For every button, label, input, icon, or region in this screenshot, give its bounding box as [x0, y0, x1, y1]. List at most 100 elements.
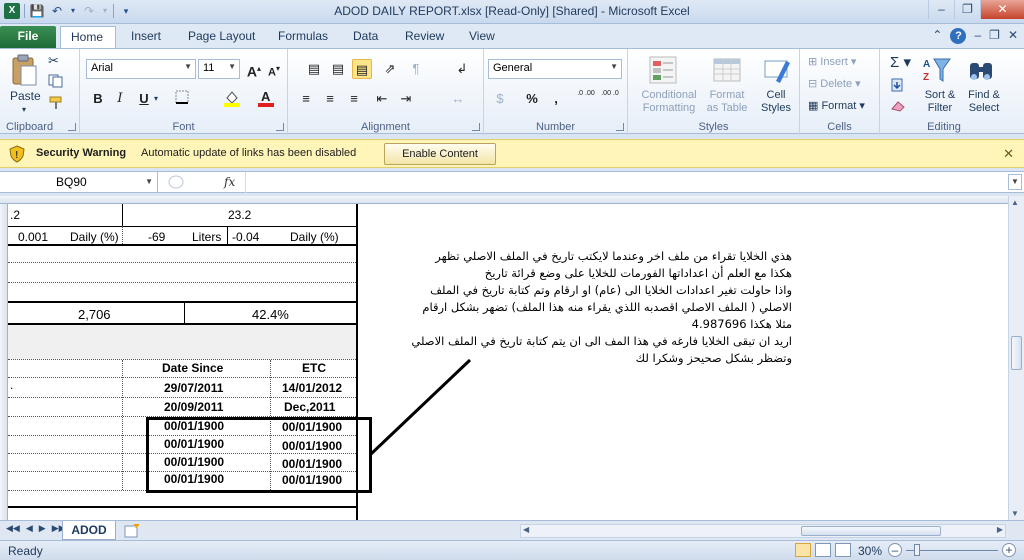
tab-page-layout[interactable]: Page Layout [178, 26, 265, 48]
etc-cell[interactable]: 14/01/2012 [282, 381, 342, 395]
sort-filter-icon[interactable]: AZ [922, 55, 952, 85]
scroll-up-icon[interactable]: ▲ [1011, 198, 1019, 207]
orientation-icon[interactable]: ⇗ [380, 59, 400, 79]
zoom-out-icon[interactable]: – [888, 543, 902, 557]
align-left-icon[interactable]: ≡ [296, 89, 316, 109]
expand-formula-bar-icon[interactable]: ▼ [1008, 174, 1022, 190]
format-cells-button[interactable]: ▦ Format ▾ [808, 99, 865, 112]
sort-filter-button[interactable]: Sort & Filter [920, 89, 960, 115]
page-layout-view-icon[interactable] [815, 543, 831, 557]
autosum-icon[interactable]: Σ ▾ [890, 53, 911, 71]
align-top-icon[interactable]: ▤ [304, 59, 324, 79]
text-direction-icon[interactable]: ¶ [406, 59, 426, 79]
paste-icon[interactable] [10, 53, 38, 87]
cell-value[interactable]: .2 [10, 208, 20, 222]
font-dialog-launcher[interactable] [276, 123, 284, 131]
zoom-slider-thumb[interactable] [914, 544, 920, 556]
note-line[interactable]: هذي الخلايا تقراء من ملف اخر وعندما لايك… [435, 249, 792, 263]
font-color-icon[interactable]: A [256, 89, 276, 109]
horizontal-scrollbar[interactable]: ◀ ▶ [520, 524, 1006, 538]
etc-header[interactable]: ETC [302, 361, 326, 375]
borders-icon[interactable] [172, 89, 192, 109]
increase-indent-icon[interactable]: ⇥ [396, 89, 416, 109]
restore-button[interactable]: ❐ [954, 0, 980, 19]
cell-value[interactable]: 42.4% [252, 307, 289, 322]
increase-decimal-button[interactable]: .0 .00 [576, 89, 596, 109]
scroll-left-icon[interactable]: ◀ [523, 525, 529, 534]
normal-view-icon[interactable] [795, 543, 811, 557]
minimize-ribbon-icon[interactable]: ⌃ [932, 28, 942, 44]
tab-file[interactable]: File [0, 26, 56, 48]
cell-value[interactable]: -69 [148, 230, 165, 244]
find-select-icon[interactable] [966, 55, 996, 85]
tab-formulas[interactable]: Formulas [268, 26, 338, 48]
close-icon[interactable]: ✕ [1003, 146, 1014, 162]
tab-data[interactable]: Data [343, 26, 388, 48]
tab-review[interactable]: Review [395, 26, 454, 48]
next-sheet-icon[interactable]: ▶ [39, 523, 46, 534]
horizontal-scroll-thumb[interactable] [801, 526, 941, 536]
paste-dropdown-icon[interactable]: ▾ [22, 105, 26, 114]
underline-button[interactable]: U [134, 89, 154, 109]
decrease-decimal-button[interactable]: .00 .0 [600, 89, 620, 109]
cell-value[interactable]: 23.2 [228, 208, 251, 222]
date-since-header[interactable]: Date Since [162, 361, 223, 375]
wrap-text-icon[interactable]: ↲ [452, 59, 472, 79]
insert-sheet-icon[interactable] [124, 524, 140, 538]
help-icon[interactable]: ? [950, 28, 967, 44]
format-painter-icon[interactable] [48, 96, 64, 113]
accounting-format-icon[interactable]: $ [490, 89, 510, 109]
tab-insert[interactable]: Insert [121, 26, 171, 48]
merge-center-icon[interactable]: ↔ [448, 89, 468, 109]
prev-sheet-icon[interactable]: ◀ [26, 523, 33, 534]
window-minimize-icon[interactable]: – [974, 28, 981, 44]
note-line[interactable]: وتضظر بشكل صحيحز وشكرا لك [636, 351, 792, 365]
delete-cells-button[interactable]: ⊟ Delete ▾ [808, 77, 861, 90]
minimize-button[interactable]: – [928, 0, 954, 19]
note-line[interactable]: الاصلي ( الملف الاصلي اقصدبه اللذي يقراء… [422, 300, 792, 314]
number-format-combo[interactable]: General ▼ [488, 59, 622, 79]
etc-cell[interactable]: Dec,2011 [284, 400, 335, 414]
note-line[interactable]: هكذا مع العلم أن اعداداتها الفورمات للخل… [485, 266, 792, 280]
note-line[interactable]: مثلا هكذا 4.987696 [692, 317, 792, 331]
align-right-icon[interactable]: ≡ [344, 89, 364, 109]
number-dialog-launcher[interactable] [616, 123, 624, 131]
formula-bar-resize-icon[interactable] [166, 174, 186, 190]
shrink-font-button[interactable]: A▾ [264, 59, 284, 79]
window-restore-icon[interactable]: ❐ [989, 28, 1000, 44]
cell-value[interactable]: Liters [192, 230, 221, 244]
copy-icon[interactable] [48, 74, 64, 91]
column-headers[interactable] [0, 196, 1008, 204]
zoom-level[interactable]: 30% [858, 544, 882, 558]
fill-icon[interactable] [890, 77, 906, 96]
insert-function-icon[interactable]: fx [224, 175, 235, 189]
find-select-button[interactable]: Find & Select [962, 89, 1006, 115]
decrease-indent-icon[interactable]: ⇤ [372, 89, 392, 109]
vertical-scrollbar[interactable]: ▲ ▼ [1008, 196, 1024, 520]
underline-dropdown-icon[interactable]: ▾ [154, 94, 158, 103]
formula-input[interactable] [248, 175, 1004, 191]
cell-styles-icon[interactable] [762, 55, 792, 85]
scroll-down-icon[interactable]: ▼ [1011, 509, 1019, 518]
cell-value[interactable]: Daily (%) [290, 230, 339, 244]
cell-value[interactable]: 0.001 [18, 230, 48, 244]
name-box[interactable]: BQ90 ▼ [0, 172, 158, 193]
cell-value[interactable]: -0.04 [232, 230, 259, 244]
cell-value[interactable]: . [10, 378, 13, 392]
date-since-cell[interactable]: 20/09/2011 [164, 400, 223, 414]
insert-cells-button[interactable]: ⊞ Insert ▾ [808, 55, 856, 68]
clipboard-dialog-launcher[interactable] [68, 123, 76, 131]
align-bottom-icon[interactable]: ▤ [352, 59, 372, 79]
italic-button[interactable]: I [110, 89, 130, 109]
worksheet-grid[interactable]: .2 23.2 0.001 Daily (%) -69 Liters -0.04… [8, 204, 1008, 520]
note-line[interactable]: اريد ان تبقى الخلايا فارغه في هذا المف ا… [411, 334, 792, 348]
grow-font-button[interactable]: A▴ [244, 59, 264, 80]
align-middle-icon[interactable]: ▤ [328, 59, 348, 79]
note-line[interactable]: واذا حاولت تغير اعدادات الخلايا الى (عام… [430, 283, 792, 297]
percent-style-button[interactable]: % [522, 89, 542, 109]
cell-value[interactable]: 2,706 [78, 307, 111, 322]
tab-view[interactable]: View [459, 26, 505, 48]
fill-color-icon[interactable] [222, 89, 242, 109]
zoom-in-icon[interactable]: + [1002, 543, 1016, 557]
conditional-formatting-icon[interactable] [648, 55, 678, 85]
